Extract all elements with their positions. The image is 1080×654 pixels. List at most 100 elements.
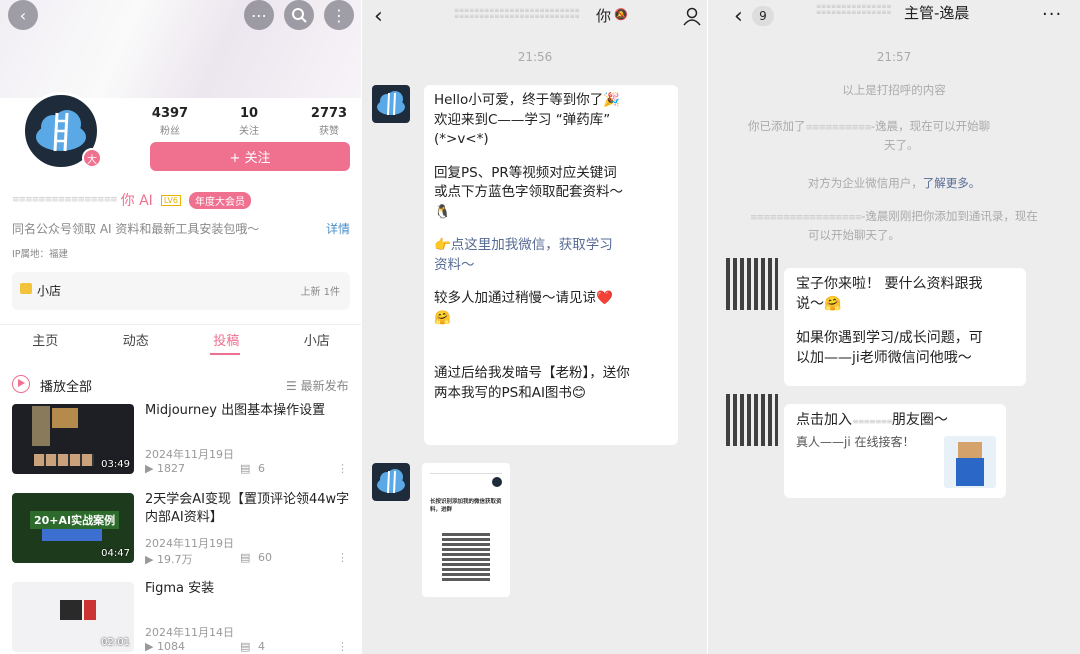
system-text: -逸晨，现在可以开始聊 [870,119,991,133]
play-count-icon: ▶ [145,553,154,566]
system-text: 天了。 [884,138,919,152]
chat-message: Hello小可爱，终于等到你了🎉 欢迎来到C——学习 “弹药库” (*>v<*)… [424,85,678,445]
bio-detail-link[interactable]: 详情 [326,220,350,237]
tab-home[interactable]: 主页 [0,330,91,349]
play-all-icon[interactable] [12,375,30,393]
unread-badge[interactable]: 9 [752,6,774,26]
play-count-icon: ▶ [145,640,154,653]
profile-tabs: 主页 动态 投稿 小店 [0,330,362,349]
message-line: 欢迎来到C——学习 “弹药库” [434,111,611,128]
tab-uploads[interactable]: 投稿 [181,330,272,349]
play-count: 1084 [156,640,185,653]
video-more-icon[interactable]: ⋮ [337,640,348,653]
video-title: Figma 安装 [145,581,215,596]
more-icon[interactable]: ⋮ [324,0,354,30]
chat-time: 21:56 [517,50,553,64]
cloud-ladder-icon [377,469,405,494]
cloud-ladder-icon [36,110,86,152]
profile-panel: ‹ ⋯ ⋮ 大 4397 粉丝 10 关注 2773 获赞 + 关注 ≡≡≡≡≡≡≡≡… [0,0,362,654]
video-item[interactable]: 02:01 Figma 安装 2024年11月14日 ▶ 1084 ▤ 4 ⋮ [12,581,352,654]
sender-avatar[interactable] [726,394,778,446]
message-text: 朋友圈～ [891,412,948,428]
follow-button[interactable]: + 关注 [150,142,350,171]
comment-count: 60 [258,551,272,564]
likes-stat[interactable]: 2773 获赞 [299,106,359,137]
message-line: 说～🤗 [796,296,842,312]
system-text: 你已添加了 [748,119,806,133]
tab-shop[interactable]: 小店 [272,330,363,349]
wechat-link[interactable]: 👉点这里加我微信，获取学习 [434,236,668,256]
chat-panel-2: ‹ 9 ≡≡≡≡≡≡≡≡≡≡≡≡≡≡≡ ≡≡≡≡≡≡≡≡≡≡≡≡≡≡≡ 主管-逸晨… [708,0,1080,654]
redacted-text: ≡≡≡≡≡≡≡ [852,417,893,426]
following-label: 关注 [239,126,259,137]
message-line: 如果你遇到学习/成长问题，可 [796,330,983,346]
message-line: 以加——ji老师微信问他哦～ [796,350,972,366]
play-all-button[interactable]: 播放全部 [40,376,92,395]
chat-icon[interactable]: ⋯ [244,0,274,30]
following-stat[interactable]: 10 关注 [219,106,279,137]
contact-icon[interactable] [682,6,702,26]
video-stats: ▶ 1084 ▤ 4 ⋮ [145,640,350,653]
tab-dynamic[interactable]: 动态 [91,330,182,349]
system-message: 对方为企业微信用户，了解更多。 [708,175,1080,192]
message-line: 🐧 [434,203,451,220]
sender-avatar[interactable] [372,463,410,501]
comment-icon: ▤ [240,551,251,564]
search-icon[interactable] [284,0,314,30]
video-duration: 03:49 [101,459,130,470]
video-duration: 02:01 [101,637,130,648]
back-icon[interactable]: ‹ [734,4,743,29]
fans-count: 4397 [151,106,189,121]
message-line: 回复PS、PR等视频对应关键词 [434,164,617,181]
video-item[interactable]: 20+AI实战案例 04:47 2天学会AI变现【置顶评论领44w字内部AI资料… [12,492,352,566]
back-icon[interactable]: ‹ [374,4,383,29]
shop-label: 小店 [37,284,62,298]
sort-icon: ☰ [286,379,301,393]
redacted-title: ≡≡≡≡≡≡≡≡≡≡≡≡≡≡≡≡≡≡≡≡≡≡≡≡≡ ≡≡≡≡≡≡≡≡≡≡≡≡≡≡≡… [454,7,580,20]
video-date: 2024年11月19日 [145,448,234,461]
sender-avatar[interactable] [372,85,410,123]
system-message: 你已添加了≡≡≡≡≡≡≡≡≡≡-逸晨，现在可以开始聊天了。 [748,118,1058,154]
video-thumbnail: 03:49 [12,404,134,474]
video-more-icon[interactable]: ⋮ [337,551,348,564]
profile-name-text: 你 AI [120,193,153,209]
card-text: 长按识别添加我的微信获取资料，进群 [430,499,502,513]
message-line: 较多人加通过稍慢～请见谅❤️ [434,290,613,306]
learn-more-link[interactable]: 了解更多。 [923,176,981,190]
fans-stat[interactable]: 4397 粉丝 [140,106,200,137]
redacted-text: ≡≡≡≡≡≡≡≡≡≡ [805,123,872,133]
qr-card[interactable]: 长按识别添加我的微信获取资料，进群 [422,463,510,597]
comment-count: 4 [258,640,265,653]
thumbnail-text: 20+AI实战案例 [30,511,120,529]
more-icon[interactable]: ··· [1042,4,1062,25]
comment-count: 6 [258,462,265,475]
shop-entry[interactable]: 小店 上新 1件 [12,272,350,310]
card-avatar-icon [492,477,502,487]
message-line: Hello小可爱，终于等到你了🎉 [434,92,621,108]
redacted-text: ≡≡≡≡≡≡≡≡≡≡≡≡≡≡≡≡≡ [750,213,862,223]
vip-badge: 大 [82,148,102,168]
back-icon[interactable]: ‹ [8,0,38,30]
video-stats: ▶ 1827 ▤ 6 ⋮ [145,462,350,475]
chat-message: 宝子你来啦！ 要什么资料跟我 说～🤗 如果你遇到学习/成长问题，可 以加——ji… [784,268,1026,386]
message-line: 通过后给我发暗号【老粉】，送你 [434,365,630,381]
likes-label: 获赞 [319,126,339,137]
redacted-text: ≡≡≡≡≡≡≡≡≡≡≡≡≡≡≡≡ [12,195,118,205]
sort-control[interactable]: ☰ 最新发布 [286,377,349,394]
message-line: 或点下方蓝色字领取配套资料～ [434,184,623,200]
likes-count: 2773 [310,106,348,121]
wechat-link[interactable]: 资料～ [434,256,668,276]
play-count-icon: ▶ [145,462,154,475]
qr-code-icon [442,533,490,581]
video-date: 2024年11月19日 [145,537,234,550]
sender-avatar[interactable] [726,258,778,310]
active-tab-indicator [210,353,240,355]
cloud-ladder-icon [377,91,405,116]
vip-tag: 年度大会员 [188,191,251,209]
chat-message: 点击加入≡≡≡≡≡≡≡朋友圈～ 真人——ji 在线接客！ [784,404,1006,498]
fans-label: 粉丝 [160,126,180,137]
profile-bio: 同名公众号领取 AI 资料和最新工具安装包哦～ [12,222,260,236]
video-more-icon[interactable]: ⋮ [337,462,348,475]
chat-title: 你 [596,7,612,25]
video-item[interactable]: 03:49 Midjourney 出图基本操作设置 2024年11月19日 ▶ … [12,403,352,476]
